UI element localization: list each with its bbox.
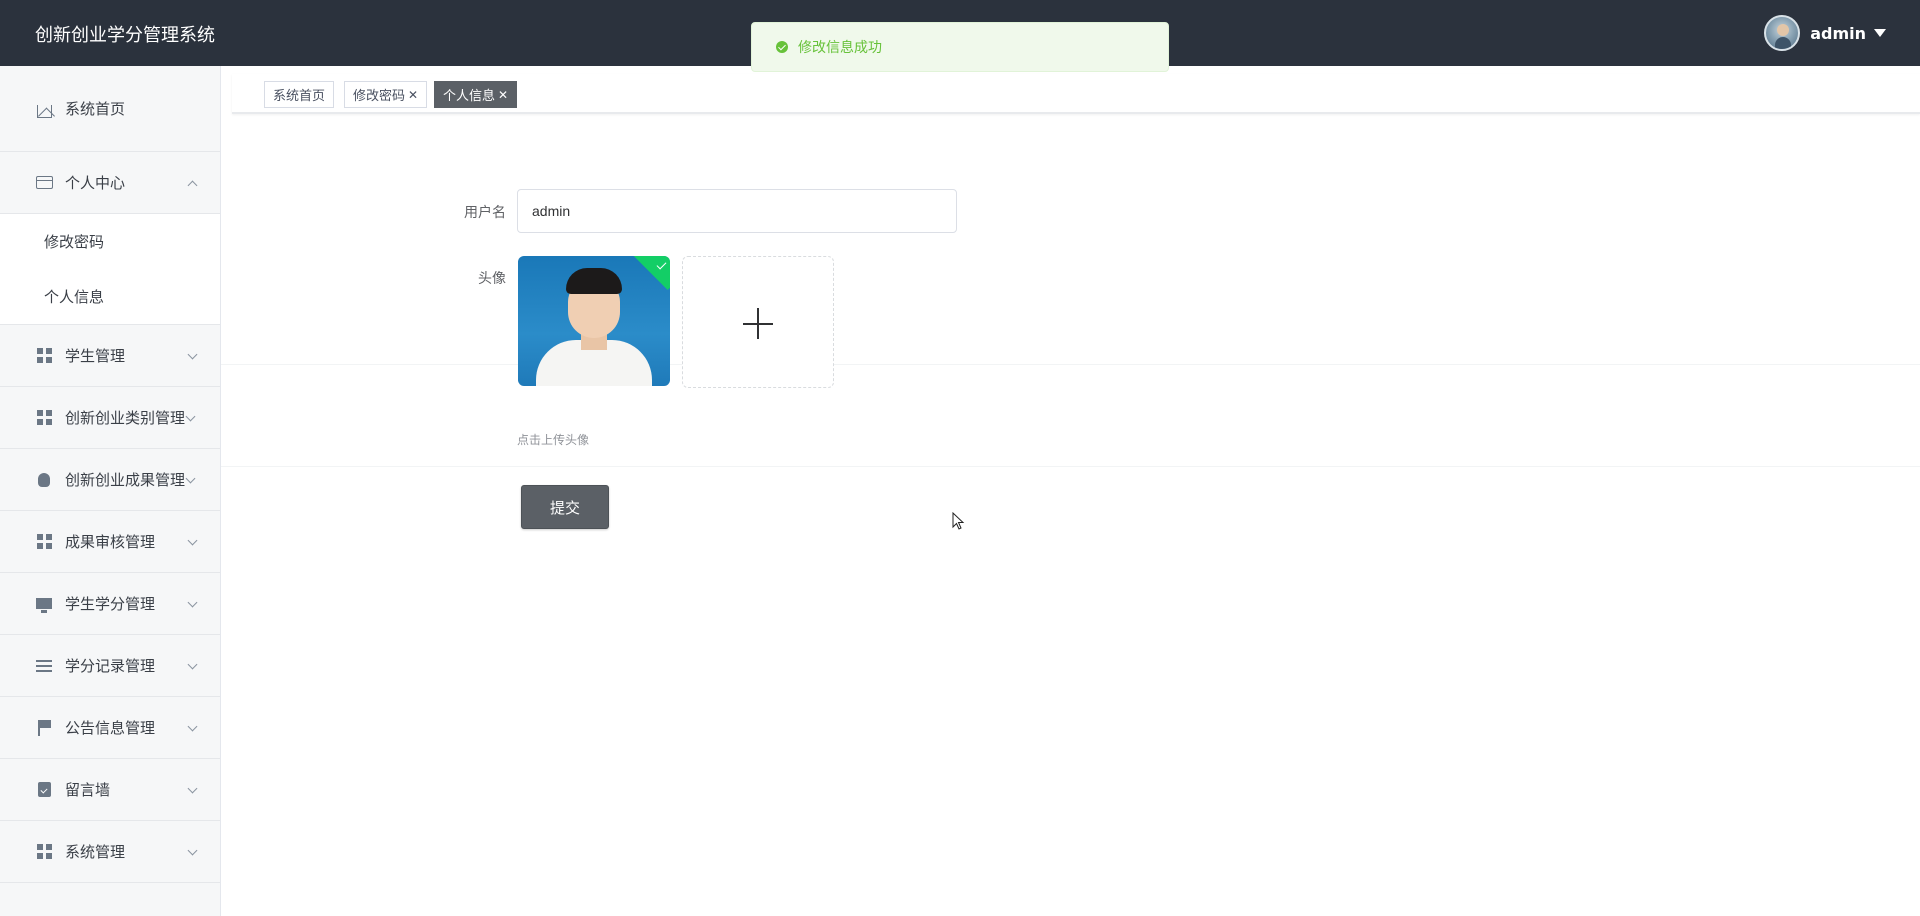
submit-button[interactable]: 提交 bbox=[521, 485, 609, 529]
grid-icon bbox=[35, 843, 53, 861]
tab-label: 修改密码 bbox=[353, 89, 406, 104]
user-name[interactable]: admin bbox=[1810, 24, 1866, 43]
chevron-down-icon bbox=[187, 597, 198, 608]
sidebar-item-label: 创新创业成果管理 bbox=[65, 471, 186, 489]
chevron-down-icon bbox=[187, 845, 198, 856]
username-field[interactable]: admin bbox=[517, 189, 957, 233]
chevron-down-icon bbox=[187, 783, 198, 794]
sidebar-item-system[interactable]: 系统管理 bbox=[0, 821, 220, 883]
tab-personal-info[interactable]: 个人信息 ✕ bbox=[434, 81, 518, 108]
grid-icon bbox=[35, 533, 53, 551]
sidebar-item-students[interactable]: 学生管理 bbox=[0, 325, 220, 387]
sidebar-item-announcements[interactable]: 公告信息管理 bbox=[0, 697, 220, 759]
sidebar-item-label: 系统管理 bbox=[65, 843, 126, 861]
upload-hint: 点击上传头像 bbox=[517, 433, 590, 447]
tab-home[interactable]: 系统首页 bbox=[264, 81, 335, 108]
username-label: 用户名 bbox=[464, 205, 506, 221]
sidebar-item-home[interactable]: 系统首页 bbox=[0, 66, 220, 152]
tab-label: 系统首页 bbox=[273, 89, 326, 104]
caret-down-icon[interactable] bbox=[1874, 29, 1886, 37]
success-toast: 修改信息成功 bbox=[751, 22, 1169, 72]
tabs-bar: 系统首页 修改密码 ✕ 个人信息 ✕ bbox=[232, 74, 1920, 114]
user-avatar[interactable] bbox=[1764, 15, 1801, 51]
sidebar-item-label: 系统首页 bbox=[65, 100, 126, 118]
check-circle-icon bbox=[776, 41, 788, 53]
grid-icon bbox=[35, 347, 53, 365]
sidebar-item-label: 公告信息管理 bbox=[65, 719, 156, 737]
monitor-icon bbox=[35, 595, 53, 613]
sidebar-item-label: 个人中心 bbox=[65, 174, 126, 192]
lines-icon bbox=[35, 657, 53, 675]
sidebar-item-label: 学分记录管理 bbox=[65, 657, 156, 675]
card-icon bbox=[35, 174, 53, 192]
sidebar-item-label: 留言墙 bbox=[65, 781, 111, 799]
close-icon[interactable]: ✕ bbox=[408, 88, 418, 102]
avatar-label: 头像 bbox=[478, 271, 506, 287]
toast-message: 修改信息成功 bbox=[798, 40, 882, 56]
uploaded-avatar-image[interactable] bbox=[518, 256, 670, 386]
sidebar-subitem-personal-info[interactable]: 个人信息 bbox=[0, 269, 220, 324]
submenu-personal-center: 修改密码 个人信息 bbox=[0, 214, 220, 325]
clipboard-check-icon bbox=[35, 781, 53, 799]
user-menu[interactable]: admin bbox=[1764, 14, 1886, 52]
sidebar-item-achievements[interactable]: 创新创业成果管理 bbox=[0, 449, 220, 511]
app-title: 创新创业学分管理系统 bbox=[35, 25, 215, 46]
sidebar-item-message-wall[interactable]: 留言墙 bbox=[0, 759, 220, 821]
sidebar-item-label: 学生学分管理 bbox=[65, 595, 156, 613]
sidebar-item-personal-center[interactable]: 个人中心 bbox=[0, 152, 220, 214]
chevron-down-icon bbox=[187, 349, 198, 360]
divider bbox=[221, 364, 1920, 365]
bulb-icon bbox=[35, 471, 53, 489]
tab-label: 个人信息 bbox=[443, 89, 496, 104]
sidebar-subitem-change-password[interactable]: 修改密码 bbox=[0, 214, 220, 269]
sidebar-item-credit-records[interactable]: 学分记录管理 bbox=[0, 635, 220, 697]
chevron-down-icon bbox=[185, 411, 196, 422]
sidebar-item-student-credits[interactable]: 学生学分管理 bbox=[0, 573, 220, 635]
sidebar-item-label: 学生管理 bbox=[65, 347, 126, 365]
close-icon[interactable]: ✕ bbox=[498, 88, 508, 102]
divider bbox=[221, 466, 1920, 467]
sidebar: 系统首页 个人中心 修改密码 个人信息 学生管理 创新创业类别管理 创新创业成果… bbox=[0, 66, 221, 916]
avatar-upload-button[interactable] bbox=[682, 256, 834, 388]
chevron-down-icon bbox=[187, 659, 198, 670]
sidebar-item-label: 成果审核管理 bbox=[65, 533, 156, 551]
mouse-cursor-icon bbox=[952, 512, 965, 530]
chevron-up-icon bbox=[187, 180, 198, 191]
sidebar-item-label: 创新创业类别管理 bbox=[65, 409, 186, 427]
plus-icon-stem bbox=[757, 308, 759, 339]
grid-icon bbox=[35, 409, 53, 427]
home-icon bbox=[35, 100, 53, 118]
chevron-down-icon bbox=[187, 721, 198, 732]
flag-icon bbox=[35, 719, 53, 737]
chevron-down-icon bbox=[187, 535, 198, 546]
sidebar-item-category[interactable]: 创新创业类别管理 bbox=[0, 387, 220, 449]
chevron-down-icon bbox=[185, 473, 196, 484]
sidebar-item-review[interactable]: 成果审核管理 bbox=[0, 511, 220, 573]
tab-change-password[interactable]: 修改密码 ✕ bbox=[344, 81, 428, 108]
